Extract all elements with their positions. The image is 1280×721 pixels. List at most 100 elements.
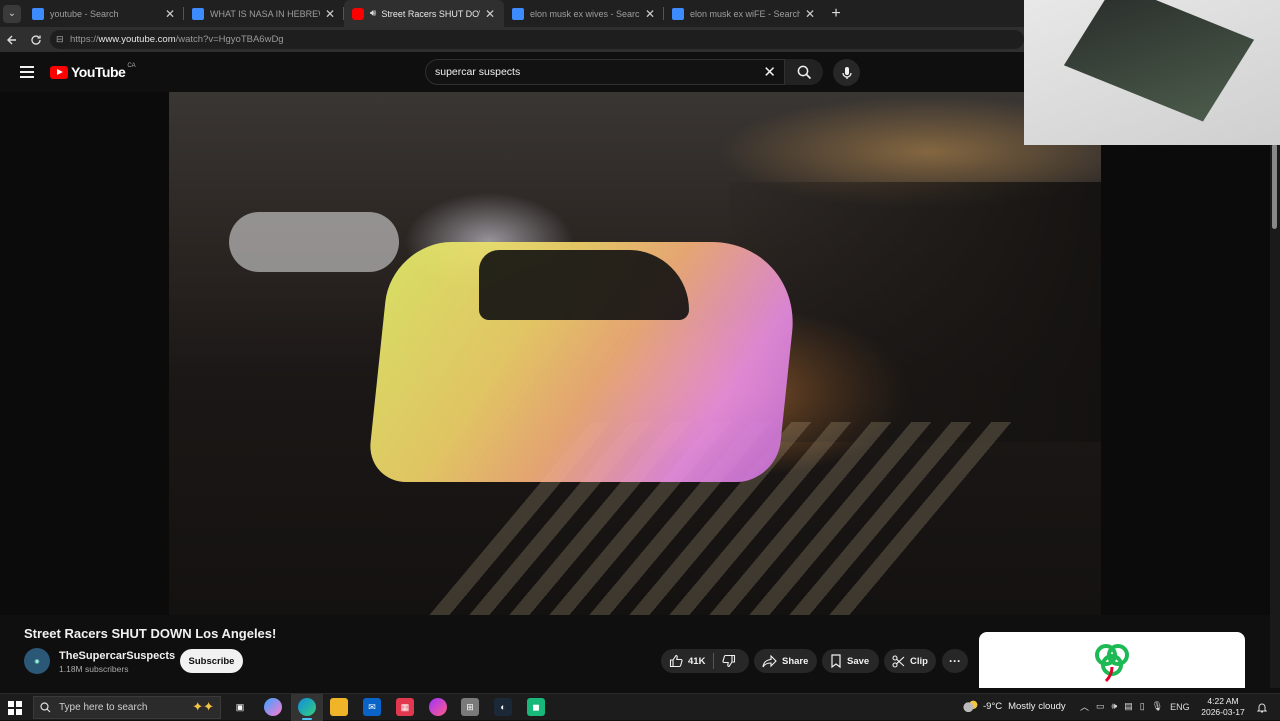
weather-condition: Mostly cloudy [1008,700,1066,712]
volume-icon[interactable]: 🕪︎ [1112,701,1118,712]
share-button[interactable]: Share [754,649,817,673]
youtube-wordmark: YouTube [71,64,126,80]
tab-title: WHAT IS NASA IN HEBREW - Search [210,8,320,19]
youtube-play-icon [50,65,68,79]
steam-icon[interactable]: ◐ [494,698,512,716]
tab-title: youtube - Search [50,8,119,19]
file-explorer-icon[interactable] [330,698,348,716]
bing-favicon-icon [192,7,204,20]
channel-name[interactable]: TheSupercarSuspects [59,650,175,662]
tab-close-icon[interactable]: ✕ [644,7,656,21]
battery-icon[interactable]: ▯ [1140,701,1145,712]
clock-date: 2026-03-17 [1201,707,1245,717]
url-field[interactable]: ⊟ https://www.youtube.com/watch?v=HgyoTB… [50,30,1024,49]
search-button[interactable] [785,59,823,85]
messenger-icon[interactable] [429,698,447,716]
system-clock[interactable]: 4:22 AM 2026-03-17 [1200,696,1246,718]
refresh-icon[interactable] [24,28,48,52]
url-prefix: https:// [70,34,99,45]
browser-tab[interactable]: youtube - Search ✕ [24,0,184,27]
webcam-book-image [1063,0,1255,122]
youtube-logo[interactable]: YouTube CA [50,63,136,80]
webcam-overlay [1024,0,1280,145]
like-dislike-group: 41K [661,649,749,673]
like-count: 41K [688,655,706,667]
copilot-sparkle-icon: ✦✦ [192,699,214,714]
partly-cloudy-icon [962,700,978,712]
clip-button[interactable]: Clip [884,649,936,673]
url-path: /watch?v=HgyoTBA6wDg [175,34,284,45]
country-code: CA [127,63,136,69]
network-icon[interactable]: ▤ [1124,701,1133,712]
save-button[interactable]: Save [822,649,879,673]
task-view-icon[interactable]: ▣ [231,698,249,716]
microphone-tray-icon[interactable]: 🎙︎ [1152,701,1163,712]
youtube-favicon-icon [352,7,364,20]
taskbar-search-box[interactable]: Type here to search ✦✦ [33,696,221,719]
browser-tab-active[interactable]: 🔊︎ Street Racers SHUT DOWN Los Angeles! … [344,0,504,27]
car-windshield [479,250,689,320]
browser-tab[interactable]: elon musk ex wives - Search ✕ [504,0,664,27]
share-arrow-icon [762,654,777,667]
site-info-icon[interactable]: ⊟ [56,34,70,45]
share-label: Share [782,655,809,667]
tab-close-icon[interactable]: ✕ [484,7,496,21]
video-title: Street Racers SHUT DOWN Los Angeles! [24,626,277,641]
chevron-down-icon: ⌄ [3,4,21,23]
clear-search-icon[interactable]: ✕ [763,63,776,81]
edge-browser-icon[interactable] [298,698,316,720]
new-tab-plus-icon[interactable]: + [824,5,848,23]
tab-title: Street Racers SHUT DOWN Los Angeles! [381,8,480,19]
clip-label: Clip [910,655,928,667]
app-grid-icon[interactable]: ▦ [396,698,414,716]
bing-favicon-icon [672,7,684,20]
subscribe-button[interactable]: Subscribe [180,649,243,673]
bookmark-icon [831,654,841,668]
input-language[interactable]: ENG [1170,702,1190,712]
page-scrollbar[interactable] [1270,92,1280,688]
tab-close-icon[interactable]: ✕ [804,7,816,21]
subscriber-count: 1.18M subscribers [59,664,129,674]
tray-app-icon[interactable]: ▭ [1096,701,1105,712]
video-player[interactable] [0,92,1270,615]
mail-icon[interactable]: ✉ [363,698,381,716]
hamburger-menu-icon[interactable] [20,66,34,78]
windows-taskbar: Type here to search ✦✦ ▣ ✉ ▦ ⊞ ◐ ◼ -9°C … [0,693,1280,721]
save-label: Save [847,655,870,667]
search-input[interactable]: supercar suspects ✕ [425,59,785,85]
notification-bell-icon[interactable] [1255,698,1269,716]
sponsored-ad-panel[interactable] [979,632,1245,688]
search-query: supercar suspects [435,66,521,78]
copilot-icon[interactable] [264,698,282,716]
back-arrow-icon[interactable] [0,28,24,52]
store-app-icon[interactable]: ◼ [527,698,545,716]
network-app-icon[interactable]: ⊞ [461,698,479,716]
tab-close-icon[interactable]: ✕ [324,7,336,21]
shamrock-logo-icon [1095,644,1129,683]
video-frame[interactable] [169,92,1101,615]
tab-actions-menu[interactable]: ⌄ [0,0,24,27]
thumbs-down-icon [722,654,736,668]
weather-widget[interactable]: -9°C Mostly cloudy [962,700,1066,712]
bing-favicon-icon [32,7,44,20]
show-hidden-icons-chevron-icon[interactable]: ︿ [1080,700,1089,713]
tab-title: elon musk ex wiFE - Search Images [690,8,800,19]
more-actions-button[interactable]: ··· [942,649,968,673]
like-button[interactable]: 41K [661,649,713,673]
tab-title: elon musk ex wives - Search [530,8,640,19]
windows-start-icon[interactable] [8,701,22,715]
dislike-button[interactable] [714,649,749,673]
browser-tab[interactable]: WHAT IS NASA IN HEBREW - Search ✕ [184,0,344,27]
search-icon [40,702,51,713]
search-icon [797,65,811,79]
tab-close-icon[interactable]: ✕ [164,7,176,21]
voice-search-button[interactable] [833,59,860,86]
weather-temperature: -9°C [983,700,1003,712]
background-car [229,212,399,272]
browser-tab[interactable]: elon musk ex wiFE - Search Images ✕ [664,0,824,27]
speaker-icon[interactable]: 🔊︎ [370,8,376,19]
system-tray: ︿ ▭ 🕪︎ ▤ ▯ 🎙︎ ENG [1080,700,1190,713]
bing-favicon-icon [512,7,524,20]
channel-avatar[interactable]: ◉ [24,648,50,674]
scrollbar-thumb[interactable] [1272,144,1277,229]
